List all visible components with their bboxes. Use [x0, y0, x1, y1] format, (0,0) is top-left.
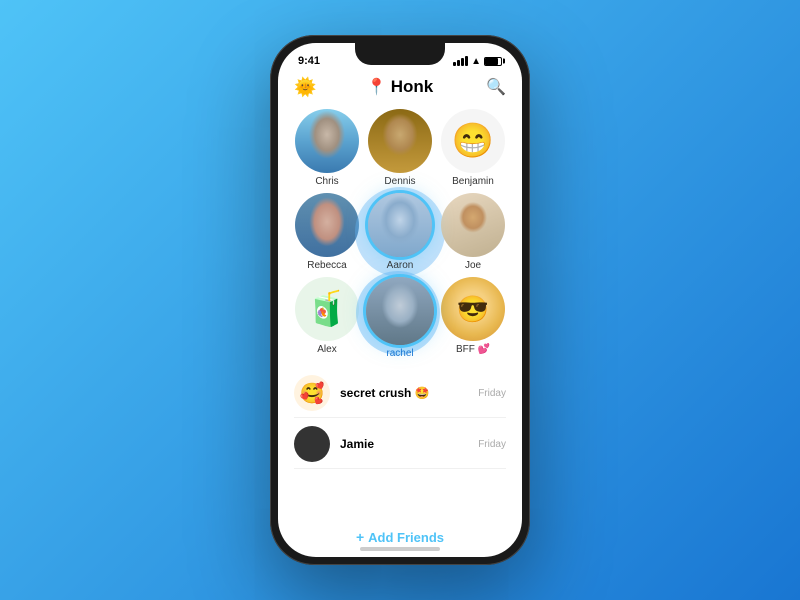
benjamin-emoji: 😁	[452, 124, 494, 158]
contact-alex[interactable]: 🧃 Alex	[294, 277, 360, 359]
search-icon[interactable]: 🔍	[486, 77, 506, 97]
avatar-benjamin: 😁	[441, 109, 505, 173]
contact-name-rebecca: Rebecca	[307, 260, 346, 271]
add-friends-button[interactable]: + Add Friends	[278, 521, 522, 557]
jamie-name: Jamie	[340, 437, 374, 451]
contact-name-rachel: rachel	[386, 348, 413, 359]
avatar-rebecca	[295, 193, 359, 257]
avatar-rachel	[366, 277, 434, 345]
contact-chris[interactable]: Chris	[294, 109, 360, 187]
header-location-icon: 📍	[367, 77, 387, 97]
secret-crush-avatar: 🥰	[294, 375, 330, 411]
avatar-bff: 😎	[441, 277, 505, 341]
battery-icon	[484, 57, 502, 66]
contact-name-benjamin: Benjamin	[452, 176, 494, 187]
message-secret-crush[interactable]: 🥰 secret crush 🤩 Friday	[294, 369, 506, 418]
status-icons: ▲	[453, 56, 502, 67]
alex-emoji: 🧃	[306, 292, 348, 326]
secret-crush-emoji: 🥰	[300, 381, 325, 406]
contact-name-alex: Alex	[317, 344, 336, 355]
phone-frame: 9:41 ▲ 🌞 📍 Honk 🔍	[270, 35, 530, 565]
home-indicator	[360, 547, 440, 551]
jamie-content: Jamie	[340, 435, 468, 453]
avatar-dennis	[368, 109, 432, 173]
header-sun-icon[interactable]: 🌞	[294, 77, 316, 98]
avatar-aaron	[368, 193, 432, 257]
contact-name-bff: BFF 💕	[456, 344, 490, 355]
contact-rebecca[interactable]: Rebecca	[294, 193, 360, 271]
avatar-alex: 🧃	[295, 277, 359, 341]
status-time: 9:41	[298, 55, 320, 67]
jamie-time: Friday	[478, 439, 506, 450]
contact-name-chris: Chris	[315, 176, 338, 187]
contact-benjamin[interactable]: 😁 Benjamin	[440, 109, 506, 187]
messages-section: 🥰 secret crush 🤩 Friday Jamie Friday	[278, 365, 522, 521]
add-friends-label: Add Friends	[368, 530, 444, 545]
contact-aaron[interactable]: Aaron	[366, 193, 434, 271]
contact-dennis[interactable]: Dennis	[366, 109, 434, 187]
phone-notch	[355, 43, 445, 65]
wifi-icon: ▲	[471, 56, 481, 67]
avatar-joe	[441, 193, 505, 257]
app-header: 🌞 📍 Honk 🔍	[278, 73, 522, 105]
plus-icon: +	[356, 529, 364, 545]
message-jamie[interactable]: Jamie Friday	[294, 420, 506, 469]
phone-screen: 9:41 ▲ 🌞 📍 Honk 🔍	[278, 43, 522, 557]
avatar-chris	[295, 109, 359, 173]
contact-bff[interactable]: 😎 BFF 💕	[440, 277, 506, 359]
contact-name-joe: Joe	[465, 260, 481, 271]
secret-crush-name: secret crush 🤩	[340, 386, 430, 400]
header-title: 📍 Honk	[367, 77, 433, 97]
contact-rachel[interactable]: rachel	[366, 277, 434, 359]
contact-name-dennis: Dennis	[384, 176, 415, 187]
app-name: Honk	[391, 77, 434, 97]
contact-joe[interactable]: Joe	[440, 193, 506, 271]
signal-icon	[453, 56, 468, 66]
contact-name-aaron: Aaron	[387, 260, 414, 271]
jamie-avatar	[294, 426, 330, 462]
rachel-container: rachel	[366, 277, 434, 359]
contacts-grid: Chris Dennis 😁 Benjamin Rebecca	[278, 105, 522, 365]
secret-crush-content: secret crush 🤩	[340, 384, 468, 402]
secret-crush-time: Friday	[478, 388, 506, 399]
